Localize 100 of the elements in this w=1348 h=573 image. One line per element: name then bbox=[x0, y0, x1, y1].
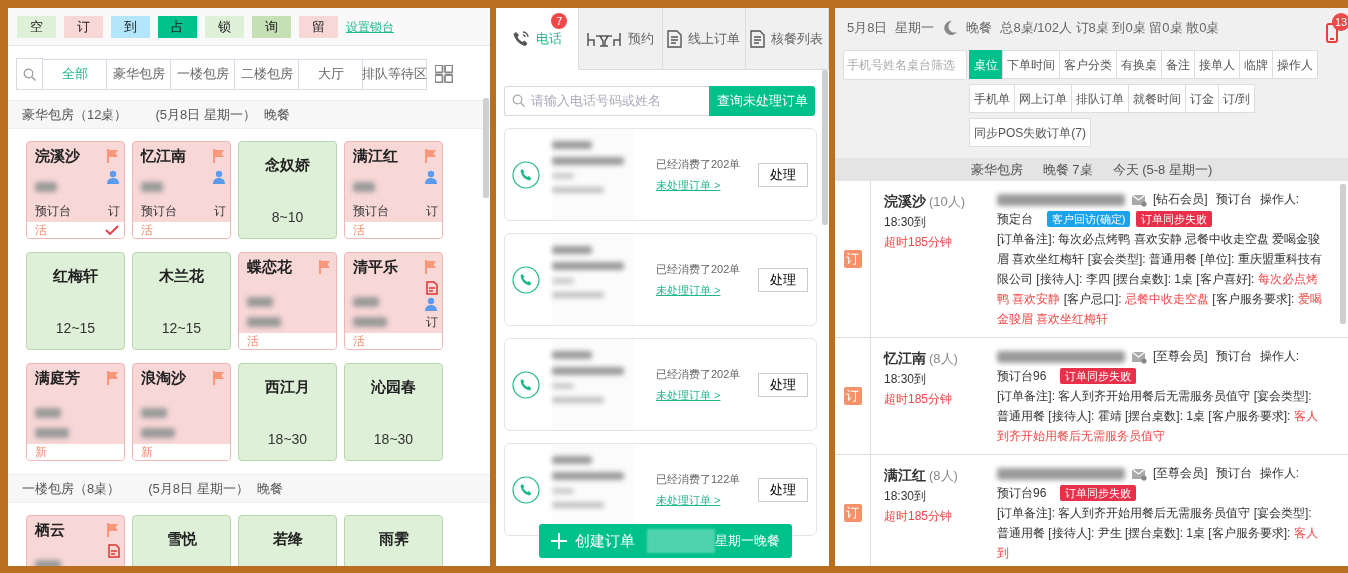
sort-button[interactable]: 订/到 bbox=[1218, 84, 1256, 113]
table-tile[interactable]: 浣溪沙 预订台 订 活 bbox=[26, 141, 125, 239]
order-count: 已经消费了202单 bbox=[656, 262, 742, 277]
table-tile[interactable]: 栖云 bbox=[26, 515, 125, 566]
channel-tab[interactable]: 预约 bbox=[579, 8, 663, 70]
flag-icon bbox=[212, 371, 224, 385]
table-tile[interactable]: 沁园春 18~30 bbox=[344, 363, 443, 461]
search-icon bbox=[23, 67, 36, 81]
order-info: 预订台 bbox=[1215, 466, 1252, 480]
filter-field[interactable]: 手机号姓名桌台筛选 bbox=[843, 50, 967, 80]
table-tile[interactable]: 西江月 18~30 bbox=[238, 363, 337, 461]
table-name: 清平乐 bbox=[353, 257, 398, 277]
sort-button[interactable]: 下单时间 bbox=[1002, 50, 1060, 79]
channel-tab[interactable]: 线上订单 bbox=[662, 8, 746, 70]
mobile-phone-icon[interactable] bbox=[1326, 23, 1338, 43]
table-tile[interactable]: 木兰花 12~15 bbox=[132, 252, 231, 350]
redacted-block bbox=[552, 383, 574, 389]
table-capacity: 18~30 bbox=[267, 430, 308, 449]
legend-chip: 询 bbox=[252, 16, 291, 38]
table-capacity: 18~30 bbox=[373, 430, 414, 449]
phone-icon bbox=[512, 370, 540, 399]
table-tile[interactable]: 蝶恋花 活 bbox=[238, 252, 337, 350]
count-badge: 13 bbox=[1332, 13, 1348, 31]
table-tile[interactable]: 浪淘沙 新 bbox=[132, 363, 231, 461]
redacted-block bbox=[552, 502, 604, 508]
scrollbar[interactable] bbox=[483, 98, 489, 198]
table-tile[interactable]: 忆江南 预订台 订 活 bbox=[132, 141, 231, 239]
channel-tab[interactable]: 电话 7 bbox=[496, 8, 580, 70]
sort-button[interactable]: 客户分类 bbox=[1059, 50, 1117, 79]
sort-button[interactable]: 就餐时间 bbox=[1128, 84, 1186, 113]
table-name: 浣溪沙 bbox=[35, 146, 80, 166]
order-info: 操作人: bbox=[1259, 349, 1299, 363]
table-tile[interactable]: 雨霁 bbox=[344, 515, 443, 566]
table-tile[interactable]: 雪悦 bbox=[132, 515, 231, 566]
redacted-block bbox=[552, 351, 592, 359]
flag-icon bbox=[318, 260, 330, 274]
handle-button[interactable]: 处理 bbox=[758, 372, 808, 397]
order-tag: 客户回访(确定) bbox=[1047, 211, 1131, 227]
redacted-block bbox=[247, 317, 281, 327]
order-tag: 订单同步失败 bbox=[1060, 485, 1137, 501]
redacted-block bbox=[247, 297, 273, 307]
grid-icon[interactable] bbox=[435, 65, 453, 83]
order-tag: 订单同步失败 bbox=[1136, 211, 1213, 227]
handle-button[interactable]: 处理 bbox=[758, 477, 808, 502]
section-meal: 晚餐 bbox=[263, 105, 290, 124]
sort-button[interactable]: 同步POS失败订单(7) bbox=[969, 118, 1091, 147]
area-tab[interactable]: 大厅 bbox=[299, 58, 363, 90]
area-tab[interactable]: 一楼包房 bbox=[171, 58, 235, 90]
table-tile[interactable]: 若绛 bbox=[238, 515, 337, 566]
area-tab[interactable]: 二楼包房 bbox=[235, 58, 299, 90]
table-name: 西江月 bbox=[265, 377, 310, 397]
order-info: 预定台 bbox=[997, 212, 1033, 226]
search-button[interactable] bbox=[16, 58, 43, 90]
arrival-time: 18:30到 bbox=[884, 214, 928, 231]
table-tile[interactable]: 红梅轩 12~15 bbox=[26, 252, 125, 350]
table-tile[interactable]: 清平乐 订 活 bbox=[344, 252, 443, 350]
redacted-block bbox=[141, 408, 167, 418]
flag-icon bbox=[106, 149, 118, 163]
sort-button[interactable]: 订金 bbox=[1185, 84, 1219, 113]
redacted-block bbox=[141, 428, 175, 438]
sort-button[interactable]: 排队订单 bbox=[1071, 84, 1129, 113]
sort-button[interactable]: 临牌 bbox=[1239, 50, 1273, 79]
scrollbar[interactable] bbox=[822, 70, 828, 225]
table-name: 满庭芳 bbox=[35, 368, 80, 388]
phone-icon bbox=[512, 29, 531, 48]
channel-tab[interactable]: 核餐列表 bbox=[745, 8, 829, 70]
order-info: 预订台 bbox=[1215, 192, 1252, 206]
sort-button[interactable]: 操作人 bbox=[1272, 50, 1318, 79]
flag-icon bbox=[106, 523, 118, 537]
redacted-block bbox=[552, 397, 604, 403]
summary-date: 5月8日 bbox=[847, 19, 888, 38]
area-tab[interactable]: 排队等待区 bbox=[363, 58, 427, 90]
section-title: 豪华包房（12桌） bbox=[22, 105, 128, 124]
redacted-block bbox=[353, 317, 387, 327]
handle-button[interactable]: 处理 bbox=[758, 267, 808, 292]
status-tag: 新 bbox=[35, 446, 47, 458]
order-badge: 订 bbox=[843, 504, 862, 522]
sort-button[interactable]: 接单人 bbox=[1194, 50, 1240, 79]
order-info: [钻石会员] bbox=[1153, 192, 1208, 206]
sort-button[interactable]: 网上订单 bbox=[1014, 84, 1072, 113]
scrollbar[interactable] bbox=[1340, 184, 1346, 324]
table-tile[interactable]: 满庭芳 新 bbox=[26, 363, 125, 461]
table-name: 木兰花 bbox=[159, 266, 204, 286]
table-tile[interactable]: 念奴娇 8~10 bbox=[238, 141, 337, 239]
booking-mark: 订 bbox=[214, 203, 226, 220]
order-tag: 订单同步失败 bbox=[1060, 368, 1137, 384]
table-tile[interactable]: 满江红 预订台 订 活 bbox=[344, 141, 443, 239]
section-title: 一楼包房（8桌） bbox=[22, 479, 121, 498]
order-note: [订单备注]: 每次必点烤鸭 喜欢安静 忌餐中收走空盘 爱喝金骏眉 喜欢坐红梅轩 [宴会类型]: 普通用餐 [单位]: 重庆盟重科技有限公司 [接待人]: 李四 [摆台桌数]: 1桌 [客户喜好]: 每次必点烤鸭 喜欢安静 [客户忌口]: 忌餐中收走空盘 [客户服务要求]: 爱喝金骏眉 喜欢坐红梅轩 bbox=[997, 231, 1322, 328]
sort-button[interactable]: 有换桌 bbox=[1116, 50, 1162, 79]
order-badge: 订 bbox=[843, 387, 862, 405]
sort-button[interactable]: 手机单 bbox=[969, 84, 1015, 113]
redacted-block bbox=[552, 262, 624, 270]
group-area: 豪华包房 bbox=[970, 159, 1023, 180]
redacted-block bbox=[552, 187, 604, 193]
sort-button[interactable]: 备注 bbox=[1161, 50, 1195, 79]
handle-button[interactable]: 处理 bbox=[758, 162, 808, 187]
area-tab[interactable]: 豪华包房 bbox=[107, 58, 171, 90]
order-note: [订单备注]: 客人到齐开始用餐后无需服务员值守 [宴会类型]: 普通用餐 [接待人]: 尹生 [摆台桌数]: 1桌 [客户服务要求]: 客人到 bbox=[997, 505, 1319, 562]
phone-search-field[interactable]: 请输入电话号码或姓名 bbox=[504, 86, 709, 116]
